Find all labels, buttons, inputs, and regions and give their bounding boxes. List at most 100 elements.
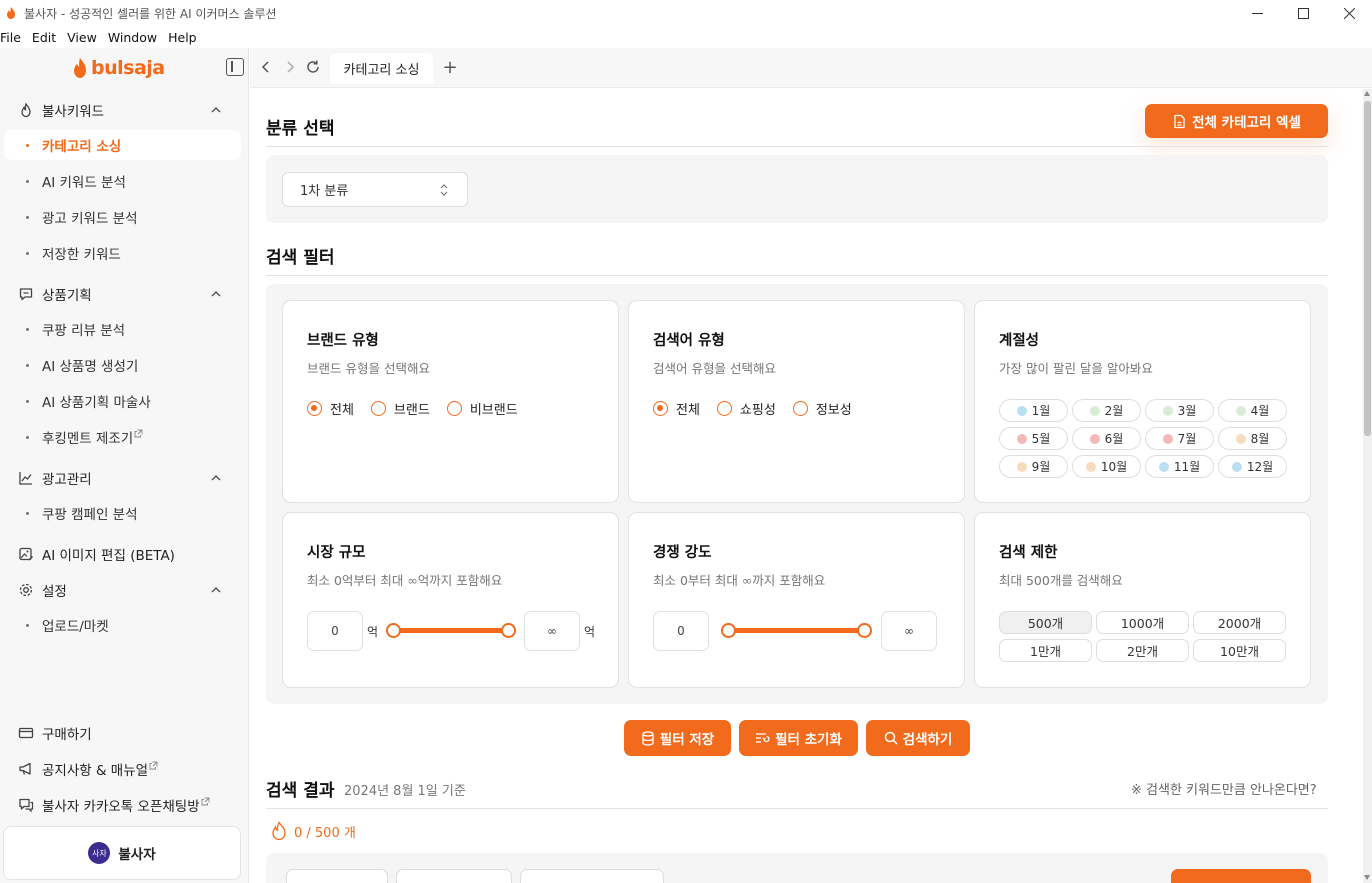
forward-arrow-icon[interactable] <box>282 59 298 75</box>
month-chip[interactable]: 1월 <box>999 399 1068 422</box>
limit-chip[interactable]: 500개 <box>999 611 1092 634</box>
radio-circle[interactable] <box>370 401 386 416</box>
classify-panel: 1차 분류 <box>266 155 1328 223</box>
month-chip[interactable]: 10월 <box>1072 455 1141 478</box>
sidebar-section-ads[interactable]: 광고관리 <box>0 463 249 493</box>
sidebar-item-ai-planning[interactable]: AI 상품기획 마술사 <box>4 386 241 416</box>
month-chip[interactable]: 9월 <box>999 455 1068 478</box>
sidebar-section-label: 광고관리 <box>42 472 92 488</box>
close-window-button[interactable] <box>1326 0 1372 26</box>
month-chip[interactable]: 6월 <box>1072 427 1141 450</box>
radio-circle[interactable] <box>446 401 462 416</box>
sidebar-item-hooking-ment[interactable]: 후킹멘트 제조기 <box>4 422 241 452</box>
sidebar-footer-purchase[interactable]: 구매하기 <box>0 718 249 748</box>
results-toolbar-button[interactable] <box>520 869 664 883</box>
select-updown-icon <box>440 184 448 196</box>
radio-circle[interactable] <box>792 401 808 416</box>
maximize-button[interactable] <box>1280 0 1326 26</box>
market-size-max-input[interactable]: ∞ <box>524 611 580 651</box>
month-chip[interactable]: 5월 <box>999 427 1068 450</box>
sidebar-section-planning[interactable]: 상품기획 <box>0 279 249 309</box>
radio-keyword-info[interactable]: 정보성 <box>792 399 852 418</box>
radio-label: 전체 <box>676 403 700 418</box>
results-toolbar-button[interactable] <box>396 869 512 883</box>
sidebar-section-settings[interactable]: 설정 <box>0 575 249 605</box>
limit-chip[interactable]: 1000개 <box>1096 611 1189 634</box>
add-tab-button[interactable]: + <box>441 57 459 78</box>
competition-max-input[interactable]: ∞ <box>881 611 937 651</box>
card-desc: 최대 500개를 검색해요 <box>999 573 1123 588</box>
sidebar-collapse-icon[interactable] <box>226 58 244 76</box>
sidebar-section-keywords[interactable]: 불사키워드 <box>0 95 249 125</box>
month-chip[interactable]: 11월 <box>1145 455 1214 478</box>
sidebar-item-ad-keyword[interactable]: 광고 키워드 분석 <box>4 202 241 232</box>
radio-keyword-shopping[interactable]: 쇼핑성 <box>716 399 776 418</box>
main-scrollbar[interactable] <box>1363 89 1372 883</box>
range-max-handle[interactable] <box>857 623 872 638</box>
month-color-dot <box>1162 433 1173 444</box>
sidebar-item-saved-keyword[interactable]: 저장한 키워드 <box>4 238 241 268</box>
limit-chip[interactable]: 2000개 <box>1193 611 1286 634</box>
sidebar-footer-notice[interactable]: 공지사항 & 매뉴얼 <box>0 754 249 784</box>
sidebar-item-coupang-review[interactable]: 쿠팡 리뷰 분석 <box>4 314 241 344</box>
category-level1-select[interactable]: 1차 분류 <box>282 172 468 207</box>
export-category-excel-button[interactable]: 전체 카테고리 엑셀 <box>1145 104 1328 138</box>
logo[interactable]: bulsaja <box>72 56 165 80</box>
month-label: 7월 <box>1177 432 1197 446</box>
radio-brand-all[interactable]: 전체 <box>307 399 354 418</box>
radio-brand-brand[interactable]: 브랜드 <box>370 399 430 418</box>
month-chip[interactable]: 12월 <box>1218 455 1287 478</box>
market-size-range: 0 억 ∞ 억 <box>307 611 597 651</box>
search-button[interactable]: 검색하기 <box>866 720 970 756</box>
range-min-handle[interactable] <box>721 623 736 638</box>
radio-keyword-all[interactable]: 전체 <box>653 399 700 418</box>
radio-brand-nonbrand[interactable]: 비브랜드 <box>446 399 518 418</box>
refresh-icon[interactable] <box>305 59 321 75</box>
unit-label: 억 <box>584 625 596 639</box>
month-chip[interactable]: 7월 <box>1145 427 1214 450</box>
sidebar-item-upload-market[interactable]: 업로드/마켓 <box>4 610 241 640</box>
sidebar-section-ai-image[interactable]: AI 이미지 편집 (BETA) <box>0 539 249 569</box>
sidebar-item-category-sourcing[interactable]: 카테고리 소싱 <box>4 130 241 160</box>
menu-edit[interactable]: Edit <box>32 30 56 45</box>
scroll-down-icon[interactable] <box>1364 875 1370 880</box>
scroll-thumb[interactable] <box>1364 101 1371 436</box>
scroll-up-icon[interactable] <box>1364 91 1370 96</box>
range-min-handle[interactable] <box>386 623 401 638</box>
back-arrow-icon[interactable] <box>258 59 274 75</box>
menu-file[interactable]: File <box>0 30 21 45</box>
results-help-link[interactable]: ※ 검색한 키워드만큼 안나온다면? <box>1131 779 1317 798</box>
sidebar-item-ai-keyword[interactable]: AI 키워드 분석 <box>4 166 241 196</box>
competition-min-input[interactable]: 0 <box>653 611 709 651</box>
radio-circle[interactable] <box>716 401 732 416</box>
tab-category-sourcing[interactable]: 카테고리 소싱 <box>330 53 433 84</box>
range-max-handle[interactable] <box>501 623 516 638</box>
month-chip[interactable]: 3월 <box>1145 399 1214 422</box>
radio-circle[interactable] <box>653 401 668 416</box>
sidebar-footer-kakao[interactable]: 불사자 카카오톡 오픈채팅방 <box>0 790 249 820</box>
minimize-button[interactable] <box>1234 0 1280 26</box>
sidebar-footer-label: 공지사항 & 매뉴얼 <box>42 759 158 779</box>
save-filter-button[interactable]: 필터 저장 <box>624 720 731 756</box>
user-profile[interactable]: 사자 불사자 <box>3 826 241 880</box>
month-chip[interactable]: 2월 <box>1072 399 1141 422</box>
bullet-dot <box>26 327 29 331</box>
limit-chip[interactable]: 2만개 <box>1096 639 1189 662</box>
menu-view[interactable]: View <box>67 30 97 45</box>
limit-chip[interactable]: 1만개 <box>999 639 1092 662</box>
sidebar-item-coupang-campaign[interactable]: 쿠팡 캠페인 분석 <box>4 498 241 528</box>
menu-window[interactable]: Window <box>108 30 157 45</box>
radio-circle[interactable] <box>307 401 322 416</box>
limit-chip[interactable]: 10만개 <box>1193 639 1286 662</box>
results-toolbar-button[interactable] <box>286 869 388 883</box>
month-chip[interactable]: 4월 <box>1218 399 1287 422</box>
month-chip[interactable]: 8월 <box>1218 427 1287 450</box>
reset-filter-button[interactable]: 필터 초기화 <box>739 720 858 756</box>
menu-help[interactable]: Help <box>168 30 197 45</box>
results-export-button[interactable] <box>1171 869 1311 883</box>
card-desc: 가장 많이 팔린 달을 알아봐요 <box>999 361 1153 376</box>
logo-text: bulsaja <box>91 57 165 79</box>
market-size-min-input[interactable]: 0 <box>307 611 363 651</box>
sidebar-item-ai-product-name[interactable]: AI 상품명 생성기 <box>4 350 241 380</box>
range-track <box>728 628 865 633</box>
